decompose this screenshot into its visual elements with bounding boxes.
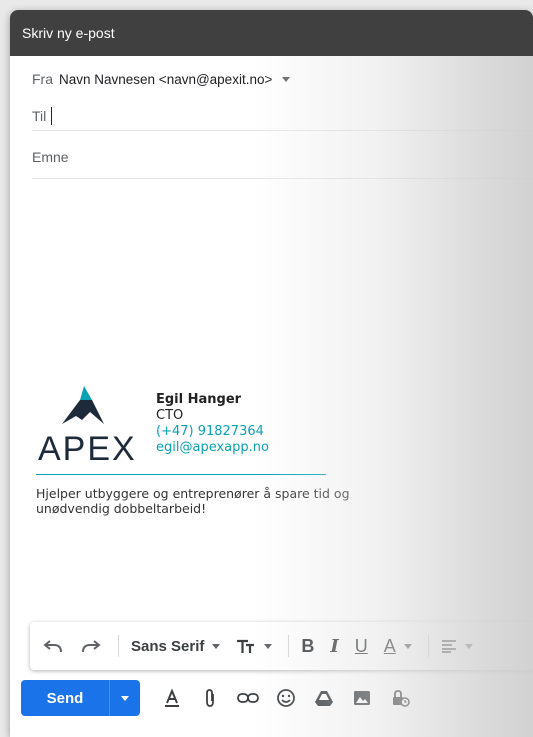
- chevron-down-icon: [264, 643, 273, 649]
- logo-text: APEX: [38, 430, 137, 468]
- chevron-down-icon: [212, 643, 221, 649]
- toolbar-divider: [288, 635, 290, 657]
- drive-icon[interactable]: [310, 684, 338, 712]
- text-size-icon[interactable]: [236, 638, 273, 654]
- chevron-down-icon: [403, 643, 412, 649]
- compose-title: Skriv ny e-post: [22, 25, 115, 41]
- formatting-icon[interactable]: [158, 684, 186, 712]
- compose-actions: [158, 684, 424, 712]
- signature-divider: [36, 474, 326, 475]
- confidential-icon[interactable]: [386, 684, 414, 712]
- signature-tagline: Hjelper utbyggere og entreprenører å spa…: [36, 486, 350, 516]
- to-label: Til: [32, 108, 47, 124]
- text-cursor: [51, 107, 53, 125]
- send-button-group: Send: [21, 680, 140, 716]
- chevron-down-icon[interactable]: [282, 76, 291, 82]
- align-icon[interactable]: [441, 639, 473, 653]
- signature-phone[interactable]: (+47) 91827364: [156, 424, 269, 440]
- subject-field[interactable]: Emne: [32, 136, 533, 179]
- schedule-send-button[interactable]: [109, 680, 140, 716]
- toolbar-divider: [118, 635, 119, 657]
- toolbar-divider: [427, 635, 429, 657]
- formatting-toolbar: Sans Serif B I U A: [30, 622, 533, 670]
- italic-button[interactable]: I: [330, 636, 338, 657]
- chevron-down-icon: [121, 695, 129, 701]
- attach-icon[interactable]: [196, 684, 224, 712]
- chevron-down-icon: [464, 643, 473, 649]
- from-label: Fra: [32, 71, 53, 87]
- redo-icon[interactable]: [80, 639, 102, 653]
- text-color-label: A: [383, 635, 396, 656]
- signature-name: Egil Hanger: [156, 392, 242, 407]
- text-color-button[interactable]: A: [384, 636, 412, 657]
- underline-button[interactable]: U: [355, 636, 368, 657]
- photo-icon[interactable]: [348, 684, 376, 712]
- signature-email[interactable]: egil@apexapp.no: [156, 440, 269, 456]
- undo-icon[interactable]: [42, 639, 64, 653]
- signature-contact: Egil Hanger CTO (+47) 91827364 egil@apex…: [156, 392, 269, 456]
- emoji-icon[interactable]: [272, 684, 300, 712]
- link-icon[interactable]: [234, 684, 262, 712]
- subject-placeholder: Emne: [32, 149, 69, 165]
- font-family-select[interactable]: Sans Serif: [131, 637, 221, 655]
- font-family-label: Sans Serif: [131, 637, 205, 655]
- to-field[interactable]: Til: [32, 102, 533, 131]
- from-row[interactable]: Fra Navn Navnesen <navn@apexit.no>: [32, 68, 533, 90]
- compose-window: Skriv ny e-post Fra Navn Navnesen <navn@…: [10, 10, 533, 737]
- signature-role: CTO: [156, 408, 184, 423]
- send-button[interactable]: Send: [21, 680, 109, 716]
- bold-button[interactable]: B: [301, 636, 314, 657]
- from-select[interactable]: Navn Navnesen <navn@apexit.no>: [59, 72, 272, 87]
- compose-titlebar[interactable]: Skriv ny e-post: [10, 10, 533, 56]
